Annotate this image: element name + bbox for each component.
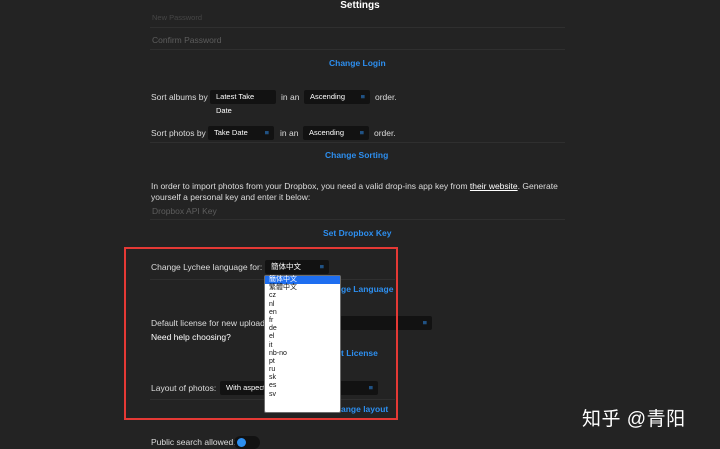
language-option[interactable]: sk — [265, 374, 340, 382]
language-option[interactable]: nl — [265, 301, 340, 309]
dropbox-info-line2: yourself a personal key and enter it bel… — [151, 192, 311, 202]
language-option[interactable]: ru — [265, 366, 340, 374]
highlight-box — [124, 247, 398, 420]
photos-order-value: Ascending — [309, 128, 345, 137]
albums-order-value: Ascending — [310, 92, 346, 101]
language-option[interactable]: 簡体中文 — [265, 276, 340, 285]
language-option[interactable]: de — [265, 325, 340, 333]
albums-sort-field-select[interactable]: Latest Take Date — [210, 90, 276, 115]
language-option[interactable]: pt — [265, 358, 340, 366]
toggle-knob — [237, 438, 246, 447]
chevron-down-icon: ≡ — [359, 128, 364, 137]
language-option[interactable]: fr — [265, 317, 340, 325]
divider — [150, 142, 565, 143]
language-option[interactable]: 繁體中文 — [265, 284, 340, 292]
their-website-link[interactable]: their website — [470, 181, 518, 191]
photos-sort-field-value: Take Date — [214, 128, 248, 137]
change-login-button[interactable]: Change Login — [329, 58, 386, 68]
language-option[interactable]: it — [265, 342, 340, 350]
dropbox-info-suffix: . Generate — [517, 181, 558, 191]
set-dropbox-key-button[interactable]: Set Dropbox Key — [323, 228, 392, 238]
chevron-down-icon: ≡ — [360, 92, 365, 101]
new-password-field[interactable]: New Password — [152, 13, 202, 22]
order-label: order. — [375, 92, 397, 102]
language-option[interactable]: nb-no — [265, 350, 340, 358]
chevron-down-icon: ≡ — [422, 318, 427, 327]
divider — [150, 27, 565, 28]
public-search-label: Public search allowed: — [151, 437, 236, 447]
photos-order-select[interactable]: Ascending ≡ — [303, 126, 369, 140]
chevron-down-icon: ≡ — [264, 128, 269, 137]
watermark: 知乎 @青阳 — [582, 409, 686, 430]
language-dropdown-list[interactable]: 簡体中文 繁體中文 cz nl en fr de el it nb-no pt ru sk es sv — [264, 275, 341, 413]
language-option[interactable]: el — [265, 333, 340, 341]
order-label: order. — [374, 128, 396, 138]
language-option[interactable]: cz — [265, 292, 340, 300]
language-option[interactable]: es — [265, 382, 340, 390]
dropbox-api-key-field[interactable]: Dropbox API Key — [152, 206, 217, 216]
language-option[interactable]: sv — [265, 391, 340, 399]
in-an-label: in an — [280, 128, 299, 138]
albums-order-select[interactable]: Ascending ≡ — [304, 90, 370, 104]
dropbox-info-prefix: In order to import photos from your Drop… — [151, 181, 468, 191]
albums-sort-field-value: Latest Take Date — [216, 92, 255, 115]
sort-albums-label: Sort albums by — [151, 92, 208, 102]
in-an-label: in an — [281, 92, 300, 102]
language-option[interactable]: en — [265, 309, 340, 317]
divider — [150, 219, 565, 220]
divider — [150, 49, 565, 50]
confirm-password-field[interactable]: Confirm Password — [152, 35, 221, 45]
page-title: Settings — [340, 0, 380, 11]
change-sorting-button[interactable]: Change Sorting — [325, 150, 388, 160]
photos-sort-field-select[interactable]: Take Date ≡ — [208, 126, 274, 140]
dropbox-info-text: In order to import photos from your Drop… — [151, 181, 571, 203]
sort-photos-label: Sort photos by — [151, 128, 206, 138]
